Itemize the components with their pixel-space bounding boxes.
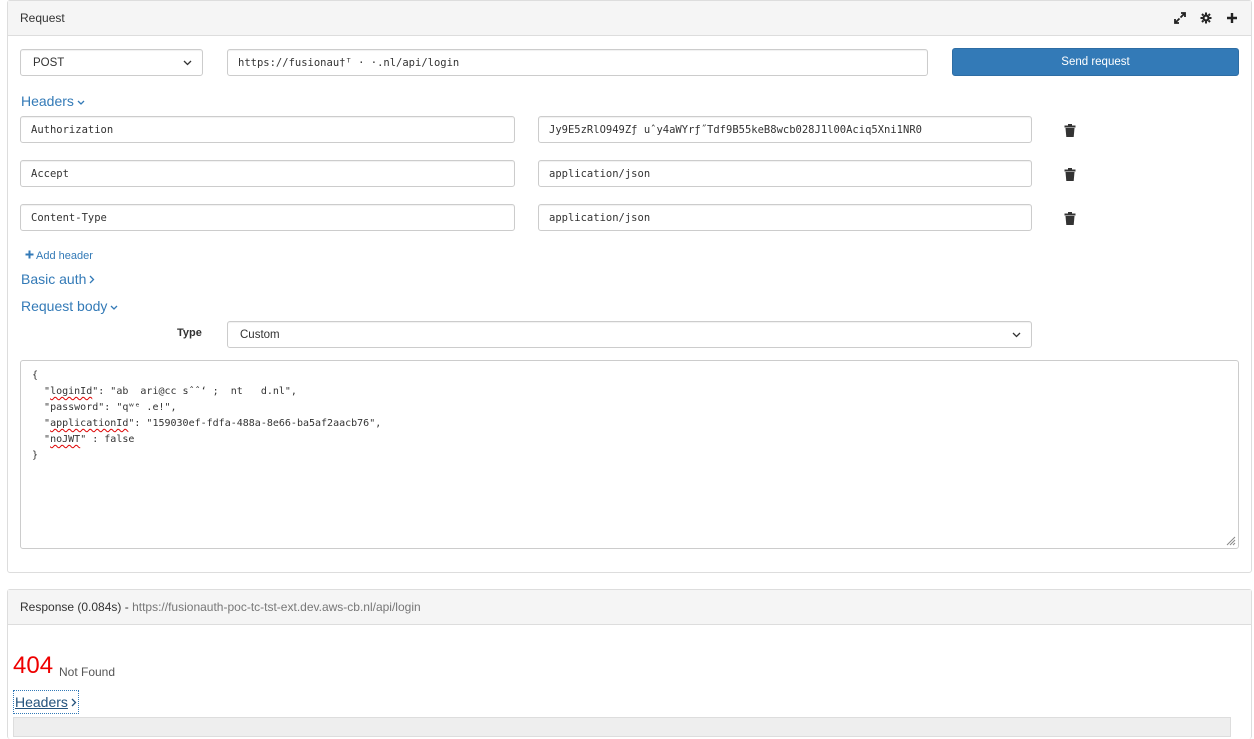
status-text: Not Found	[59, 665, 116, 679]
headers-toggle-label: Headers	[21, 93, 74, 109]
header-name-input[interactable]: Authorization	[20, 116, 515, 143]
header-name-value: Content-Type	[31, 211, 107, 224]
body-line: "loginId": "ab ari@cc sˆˆ‘ ; nt d.nl",	[44, 386, 297, 397]
response-headers-label: Headers	[15, 694, 68, 710]
expand-icon[interactable]	[1173, 11, 1187, 25]
headers-toggle[interactable]: Headers	[21, 93, 85, 109]
chevron-right-icon	[89, 271, 95, 287]
header-name-input[interactable]: Accept	[20, 160, 515, 187]
method-select[interactable]: POST	[20, 49, 203, 76]
chevron-down-icon	[110, 298, 118, 314]
body-close-brace: }	[32, 450, 39, 461]
chevron-down-icon	[77, 93, 85, 109]
response-url: https://fusionauth-poc-tc-tst-ext.dev.aw…	[132, 600, 421, 614]
request-panel-header: Request	[8, 1, 1251, 36]
request-body-label: Request body	[21, 298, 108, 314]
chevron-down-icon	[1012, 332, 1021, 338]
chevron-down-icon	[183, 60, 192, 66]
basic-auth-label: Basic auth	[21, 271, 87, 287]
header-value-input[interactable]: application/json	[538, 160, 1032, 187]
resize-grip-icon[interactable]	[1224, 534, 1236, 546]
trash-icon[interactable]	[1064, 168, 1076, 181]
chevron-right-icon	[71, 694, 77, 710]
method-value: POST	[33, 56, 65, 69]
body-type-value: Custom	[240, 328, 280, 341]
plus-icon	[25, 250, 34, 262]
header-value-input[interactable]: application/json	[538, 204, 1032, 231]
trash-icon[interactable]	[1064, 212, 1076, 225]
send-request-label: Send request	[1061, 56, 1130, 68]
response-headers-toggle[interactable]: Headers	[13, 690, 79, 714]
response-title: Response (0.084s) -	[20, 600, 129, 614]
request-panel-title: Request	[20, 11, 65, 25]
header-name-input[interactable]: Content-Type	[20, 204, 515, 231]
body-line: "applicationId": "159030ef-fdfa-488a-8e6…	[44, 418, 382, 429]
url-value: https://fusionau†ᵀ · ·.nl/api/login	[238, 56, 460, 69]
request-body-toggle[interactable]: Request body	[21, 298, 118, 314]
send-request-button[interactable]: Send request	[952, 48, 1239, 76]
header-name-value: Accept	[31, 167, 69, 180]
body-type-select[interactable]: Custom	[227, 321, 1032, 348]
basic-auth-toggle[interactable]: Basic auth	[21, 271, 95, 287]
header-value-text: application/json	[549, 211, 651, 224]
status-code: 404	[13, 652, 54, 679]
response-headers-panel	[13, 717, 1231, 737]
plus-icon[interactable]	[1225, 11, 1239, 25]
add-header-label: Add header	[36, 250, 93, 262]
body-line: "noJWT" : false	[44, 434, 135, 445]
body-open-brace: {	[32, 370, 39, 381]
type-label: Type	[177, 327, 202, 339]
url-input[interactable]: https://fusionau†ᵀ · ·.nl/api/login	[227, 49, 928, 76]
body-line: "password": "qʷᵉ .e!",	[44, 402, 177, 413]
header-value-input[interactable]: Jy9E5zRlO949Zƒ uˆy4aWYrƒ˝Tdf9B55keB8wcb0…	[538, 116, 1032, 143]
request-panel: Request POST https://fusionau†ᵀ · ·.nl/a…	[7, 0, 1252, 573]
header-name-value: Authorization	[31, 123, 114, 136]
header-value-text: Jy9E5zRlO949Zƒ uˆy4aWYrƒ˝Tdf9B55keB8wcb0…	[549, 123, 922, 136]
header-value-text: application/json	[549, 167, 651, 180]
response-panel-header: Response (0.084s) - https://fusionauth-p…	[8, 590, 1251, 625]
add-header-button[interactable]: Add header	[25, 250, 93, 262]
trash-icon[interactable]	[1064, 124, 1076, 137]
gear-icon[interactable]	[1199, 11, 1213, 25]
request-body-editor[interactable]: { "loginId": "ab ari@cc sˆˆ‘ ; nt d.nl",…	[20, 360, 1239, 549]
